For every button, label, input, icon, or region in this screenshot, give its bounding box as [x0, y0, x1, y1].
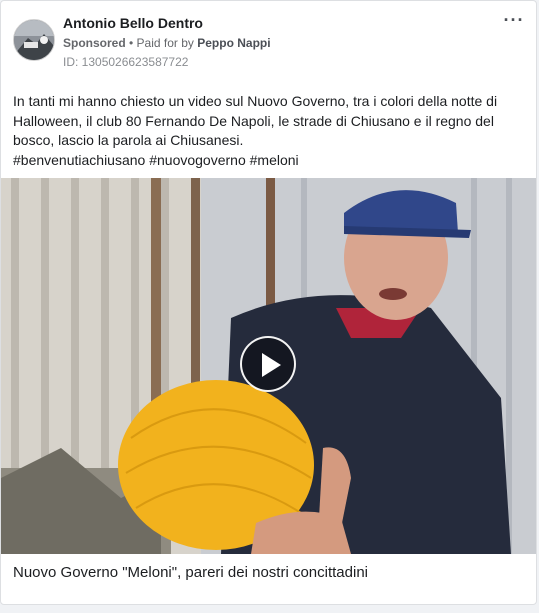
sponsored-label: Sponsored	[63, 36, 126, 50]
ad-id: ID: 1305026623587722	[63, 55, 189, 69]
payer-name[interactable]: Peppo Nappi	[197, 36, 270, 50]
caption-hashtags[interactable]: #benvenutiachiusano #nuovogoverno #melon…	[13, 151, 513, 171]
play-icon	[262, 353, 281, 377]
sponsored-line: Sponsored • Paid for by Peppo Nappi	[63, 36, 271, 50]
play-button[interactable]	[240, 336, 296, 392]
ad-post-card: Antonio Bello Dentro Sponsored • Paid fo…	[0, 0, 537, 605]
post-header: Antonio Bello Dentro Sponsored • Paid fo…	[13, 15, 524, 71]
meta-separator: •	[125, 36, 137, 50]
caption-text: In tanti mi hanno chiesto un video sul N…	[13, 93, 498, 148]
post-caption: In tanti mi hanno chiesto un video sul N…	[13, 92, 513, 170]
paid-for-prefix: Paid for by	[136, 36, 198, 50]
video-title[interactable]: Nuovo Governo "Meloni", pareri dei nostr…	[13, 564, 368, 581]
avatar-image	[14, 20, 54, 60]
page-name[interactable]: Antonio Bello Dentro	[63, 15, 203, 31]
more-options-button[interactable]: ···	[502, 10, 526, 33]
page-avatar[interactable]	[13, 19, 55, 61]
more-horizontal-icon: ···	[503, 10, 525, 30]
